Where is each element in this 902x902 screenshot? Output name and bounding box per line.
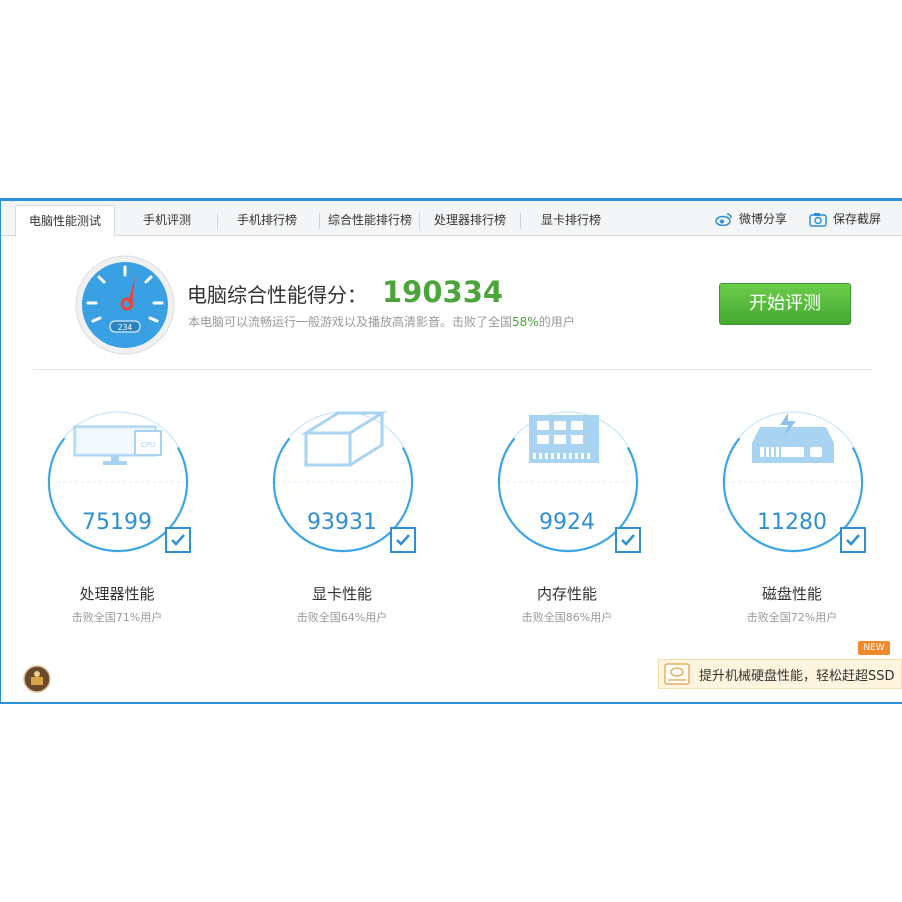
- gauge-display: 234: [118, 323, 133, 332]
- score-desc-suffix: 的用户: [538, 315, 575, 329]
- svg-text:CPU: CPU: [141, 441, 155, 449]
- speedometer-icon: 234: [75, 255, 175, 355]
- save-screenshot-button[interactable]: 保存截屏: [809, 207, 881, 231]
- cpu-beat-text: 击败全国71%用户: [71, 611, 163, 624]
- gpu-label: 显卡性能: [311, 585, 372, 603]
- app-window: 电脑性能测试 手机评测 手机排行榜 综合性能排行榜 处理器排行榜 显卡排行榜 微…: [0, 198, 902, 704]
- gpu-beat-text: 击败全国64%用户: [296, 611, 388, 624]
- score-title: 电脑综合性能得分：: [187, 283, 367, 307]
- tab-separator: [217, 213, 218, 229]
- weibo-icon: [715, 213, 732, 226]
- ssd-upgrade-banner[interactable]: 提升机械硬盘性能，轻松赶超SSD: [658, 659, 902, 689]
- tab-separator: [419, 213, 420, 229]
- metric-cpu: CPU 75199 处理器性能 击败全国71%用户: [47, 411, 227, 641]
- camera-icon: [809, 212, 827, 227]
- section-divider: [33, 369, 873, 370]
- score-value: 190334: [382, 275, 504, 309]
- tab-phone-review[interactable]: 手机评测: [121, 205, 213, 236]
- metric-memory: 9924 内存性能 击败全国86%用户: [497, 411, 677, 641]
- ssd-banner-text: 提升机械硬盘性能，轻松赶超SSD: [699, 668, 895, 684]
- tab-separator: [319, 213, 320, 229]
- score-description: 本电脑可以流畅运行一般游戏以及播放高清影音。击败了全国58%的用户: [188, 313, 575, 330]
- disk-beat-text: 击败全国72%用户: [746, 611, 838, 624]
- weibo-share-label: 微博分享: [739, 212, 788, 226]
- tab-overall-ranking[interactable]: 综合性能排行榜: [323, 205, 417, 236]
- tab-phone-ranking[interactable]: 手机排行榜: [221, 205, 313, 236]
- check-icon: [840, 527, 866, 553]
- save-screenshot-label: 保存截屏: [833, 212, 882, 226]
- memory-label: 内存性能: [536, 585, 597, 603]
- score-desc-prefix: 本电脑可以流畅运行一般游戏以及播放高清影音。击败了全国: [188, 315, 513, 329]
- new-badge: NEW: [858, 641, 890, 655]
- disk-label: 磁盘性能: [761, 585, 822, 603]
- start-test-button[interactable]: 开始评测: [719, 283, 851, 325]
- weibo-share-button[interactable]: 微博分享: [715, 207, 787, 231]
- metric-disk: 11280 磁盘性能 击败全国72%用户: [722, 411, 902, 641]
- check-icon: [165, 527, 191, 553]
- cpu-label: 处理器性能: [79, 585, 155, 603]
- check-icon: [615, 527, 641, 553]
- metric-gpu: 93931 显卡性能 击败全国64%用户: [272, 411, 452, 641]
- memory-beat-text: 击败全国86%用户: [521, 611, 613, 624]
- hard-disk-icon: [664, 663, 690, 685]
- tab-gpu-ranking[interactable]: 显卡排行榜: [524, 205, 618, 236]
- tab-bar: 电脑性能测试 手机评测 手机排行榜 综合性能排行榜 处理器排行榜 显卡排行榜 微…: [1, 201, 902, 237]
- tab-cpu-ranking[interactable]: 处理器排行榜: [423, 205, 517, 236]
- score-desc-percent: 58%: [512, 315, 539, 329]
- check-icon: [390, 527, 416, 553]
- tab-pc-performance[interactable]: 电脑性能测试: [15, 205, 115, 237]
- tab-separator: [520, 213, 521, 229]
- avatar[interactable]: [23, 665, 51, 693]
